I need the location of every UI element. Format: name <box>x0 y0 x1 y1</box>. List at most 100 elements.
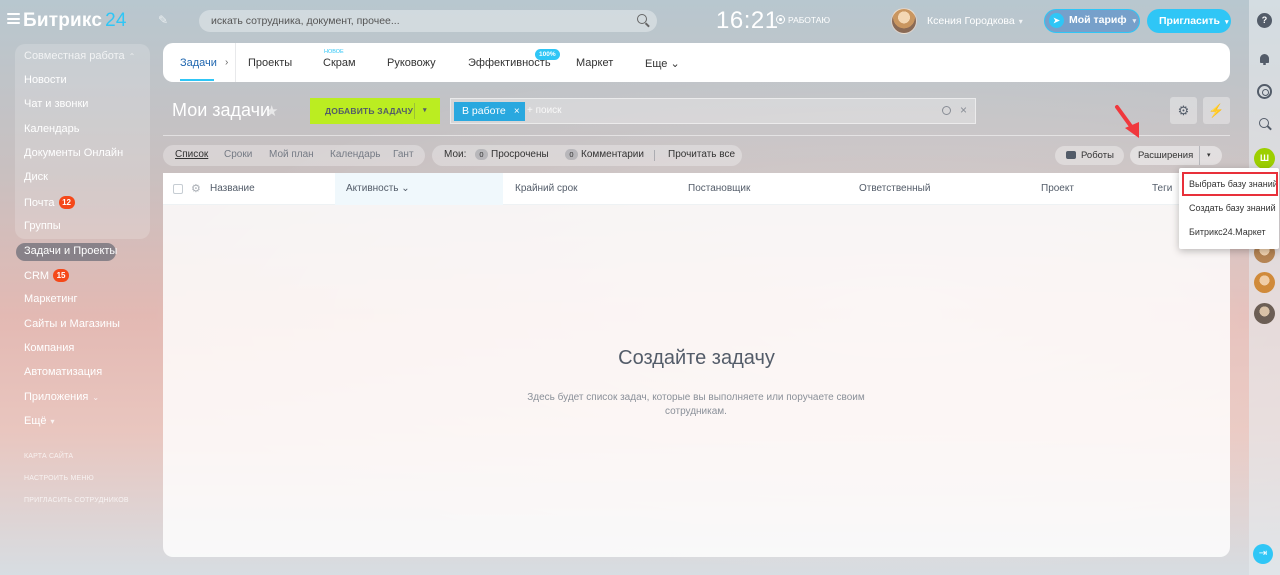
read-all-link[interactable]: Прочитать все <box>668 149 735 160</box>
chevron-up-icon: ⌃ <box>128 52 136 61</box>
bell-icon[interactable] <box>1257 52 1272 67</box>
view-deadlines[interactable]: Сроки <box>224 149 252 160</box>
crm-badge: 15 <box>53 269 70 282</box>
new-label: НОВОЕ <box>324 49 344 55</box>
counter-overdue[interactable]: 0 Просрочены <box>475 149 549 160</box>
chevron-down-icon[interactable]: ▾ <box>1207 146 1211 165</box>
sidebar-item-chat[interactable]: Чат и звонки <box>24 98 88 110</box>
task-grid: ⚙ Название Активность ⌄ Крайний срок Пос… <box>163 173 1230 557</box>
sidebar-item-sites[interactable]: Сайты и Магазины <box>24 318 120 330</box>
sidebar-item-apps[interactable]: Приложения ⌄ <box>24 391 99 403</box>
column-name[interactable]: Название <box>210 183 255 194</box>
sidebar-item-disk[interactable]: Диск <box>24 171 48 183</box>
menu-item-create-knowledge-base[interactable]: Создать базу знаний <box>1189 203 1276 213</box>
my-tariff-button[interactable]: ➤ Мой тариф ▾ <box>1044 9 1140 33</box>
add-task-button[interactable]: ДОБАВИТЬ ЗАДАЧУ ▾ <box>310 98 440 124</box>
red-highlight-frame <box>1182 172 1278 196</box>
sidebar-item-mail[interactable]: Почта 12 <box>24 196 75 209</box>
column-tags[interactable]: Теги <box>1152 183 1172 194</box>
invite-employees-link[interactable]: ПРИГЛАСИТЬ СОТРУДНИКОВ <box>24 497 129 504</box>
filter-search-input[interactable]: В работе × + поиск × <box>450 98 976 124</box>
logo[interactable]: Битрикс 24 <box>23 10 127 32</box>
view-switcher: Список Сроки Мой план Календарь Гант <box>163 145 425 166</box>
invite-button[interactable]: Пригласить ▾ <box>1147 9 1231 33</box>
rail-avatar[interactable] <box>1254 272 1275 293</box>
view-list[interactable]: Список <box>175 149 208 160</box>
counter-comments[interactable]: 0 Комментарии <box>565 149 644 160</box>
rail-avatar[interactable]: Ш <box>1254 148 1275 169</box>
configure-menu-link[interactable]: НАСТРОИТЬ МЕНЮ <box>24 475 94 482</box>
menu-group-title[interactable]: Совместная работа ⌃ <box>24 50 135 62</box>
sidebar-item-calendar[interactable]: Календарь <box>24 123 80 135</box>
chevron-right-icon: › <box>225 57 229 68</box>
gear-icon: ⚙ <box>1177 103 1190 118</box>
sidebar-item-groups[interactable]: Группы <box>24 220 61 232</box>
search-icon[interactable] <box>637 14 647 24</box>
search-input[interactable]: искать сотрудника, документ, прочее... <box>199 10 657 32</box>
sidebar-item-docs[interactable]: Документы Онлайн <box>24 147 123 159</box>
close-icon[interactable]: × <box>514 102 520 121</box>
sidebar-item-more[interactable]: Ещё ▾ <box>24 415 55 427</box>
tab-market[interactable]: Маркет <box>576 57 613 69</box>
robots-button[interactable]: Роботы <box>1055 146 1124 165</box>
search-icon[interactable] <box>942 106 951 115</box>
clock: 16:21 <box>716 7 779 34</box>
tab-tasks[interactable]: Задачи <box>180 57 217 69</box>
tab-efficiency[interactable]: Эффективность <box>468 57 551 69</box>
search-icon[interactable] <box>1259 118 1269 128</box>
settings-gear-button[interactable]: ⚙ <box>1170 97 1197 124</box>
select-all-checkbox[interactable] <box>173 184 183 194</box>
sidebar-item-crm[interactable]: CRM 15 <box>24 269 70 282</box>
sidebar-item-automation[interactable]: Автоматизация <box>24 366 102 378</box>
view-my-plan[interactable]: Мой план <box>269 149 314 160</box>
lightning-icon: ⚡ <box>1208 103 1225 118</box>
sidebar-item-tasks[interactable]: Задачи и Проекты <box>24 245 117 257</box>
pencil-icon[interactable]: ✎ <box>158 13 170 27</box>
chevron-down-icon[interactable]: ▾ <box>423 98 427 124</box>
sidebar-item-news[interactable]: Новости <box>24 74 67 86</box>
tab-supervise[interactable]: Руковожу <box>387 57 436 69</box>
chevron-down-icon: ⌄ <box>92 393 100 402</box>
column-activity[interactable]: Активность ⌄ <box>346 183 410 194</box>
top-header: Битрикс 24 ✎ искать сотрудника, документ,… <box>0 0 1280 42</box>
rocket-icon: ➤ <box>1049 13 1064 28</box>
tab-active-underline <box>180 79 214 81</box>
column-project[interactable]: Проект <box>1041 183 1074 194</box>
counters-bar: Мои: 0 Просрочены 0 Комментарии Прочитать … <box>432 145 742 166</box>
lightning-button[interactable]: ⚡ <box>1203 97 1230 124</box>
column-creator[interactable]: Постановщик <box>688 183 750 194</box>
column-responsible[interactable]: Ответственный <box>859 183 930 194</box>
menu-item-bitrix-market[interactable]: Битрикс24.Маркет <box>1189 227 1266 237</box>
sidebar-item-marketing[interactable]: Маркетинг <box>24 293 77 305</box>
column-deadline[interactable]: Крайний срок <box>515 183 578 194</box>
sidebar-item-company[interactable]: Компания <box>24 342 74 354</box>
exit-icon[interactable]: ⇥ <box>1253 544 1273 564</box>
chevron-down-icon: ▾ <box>1224 19 1229 26</box>
view-calendar[interactable]: Календарь <box>330 149 380 160</box>
user-avatar[interactable] <box>891 8 917 34</box>
robot-icon <box>1066 151 1076 159</box>
red-arrow-annotation <box>1115 105 1139 138</box>
menu-hamburger-icon[interactable] <box>7 13 20 24</box>
work-status[interactable]: РАБОТАЮ <box>776 15 830 25</box>
rail-avatar[interactable] <box>1254 303 1275 324</box>
filter-tag-in-progress[interactable]: В работе × <box>454 102 525 121</box>
sitemap-link[interactable]: КАРТА САЙТА <box>24 453 73 460</box>
help-icon[interactable]: ? <box>1257 13 1272 28</box>
tab-scrum[interactable]: Скрам <box>323 57 356 69</box>
tab-more[interactable]: Еще ⌄ <box>645 57 680 70</box>
button-divider <box>414 103 415 119</box>
chat-icon[interactable] <box>1257 84 1272 99</box>
tab-divider <box>235 43 236 82</box>
grid-header: ⚙ Название Активность ⌄ Крайний срок Пос… <box>163 173 1230 205</box>
user-menu[interactable]: Ксения Городкова ▾ <box>927 15 1023 27</box>
close-icon[interactable]: × <box>960 103 967 117</box>
extensions-button[interactable]: Расширения ▾ <box>1130 146 1222 165</box>
tab-projects[interactable]: Проекты <box>248 57 292 69</box>
view-gantt[interactable]: Гант <box>393 149 414 160</box>
gear-icon[interactable]: ⚙ <box>191 182 201 195</box>
star-icon[interactable]: ★ <box>265 102 278 120</box>
counters-divider <box>654 150 655 161</box>
tabs-bar: Задачи › Проекты НОВОЕ Скрам Руковожу 10… <box>163 43 1230 82</box>
page-title: Мои задачи <box>172 100 271 120</box>
